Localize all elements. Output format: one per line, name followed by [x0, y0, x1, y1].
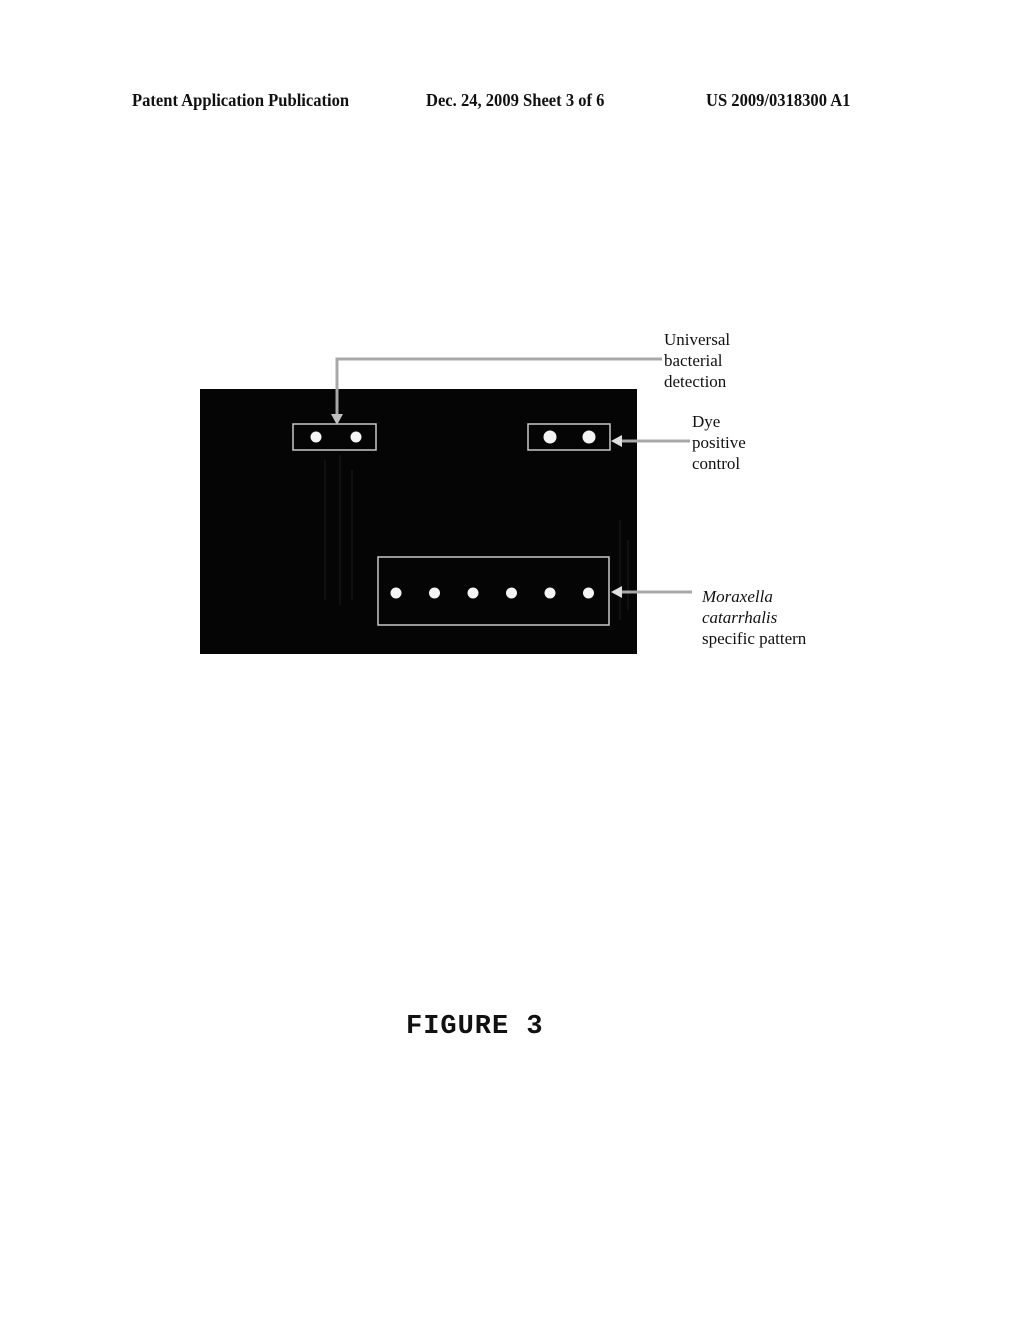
- figure-3-microarray: [200, 357, 692, 654]
- label-line: detection: [664, 372, 727, 391]
- label-universal-bacterial-detection: Universal bacterial detection: [664, 329, 730, 392]
- label-line: control: [692, 454, 741, 473]
- label-dye-positive-control: Dye positive control: [692, 411, 746, 474]
- moraxella-catarrhalis-pattern-spot: [467, 587, 479, 599]
- moraxella-catarrhalis-pattern-spot: [390, 587, 402, 599]
- label-genus: Moraxella: [702, 587, 773, 606]
- label-line: Universal: [664, 330, 731, 349]
- label-species: catarrhalis: [702, 608, 778, 627]
- universal-bacterial-detection-spot: [310, 431, 322, 443]
- label-suffix: specific pattern: [702, 629, 807, 648]
- label-line: positive: [692, 433, 746, 452]
- label-line: Dye: [692, 412, 721, 431]
- universal-bacterial-detection-spot: [350, 431, 362, 443]
- moraxella-catarrhalis-pattern-spot: [544, 587, 556, 599]
- label-moraxella-catarrhalis: Moraxella catarrhalis specific pattern: [702, 586, 806, 649]
- moraxella-catarrhalis-pattern-spot: [583, 587, 594, 599]
- array-image: [200, 389, 637, 654]
- dye-positive-control-spot: [543, 430, 557, 444]
- figure-caption: FIGURE 3: [406, 1012, 544, 1042]
- dye-positive-control-spot: [582, 430, 596, 444]
- moraxella-catarrhalis-pattern-spot: [506, 587, 517, 599]
- label-line: bacterial: [664, 351, 723, 370]
- moraxella-catarrhalis-pattern-spot: [429, 587, 440, 599]
